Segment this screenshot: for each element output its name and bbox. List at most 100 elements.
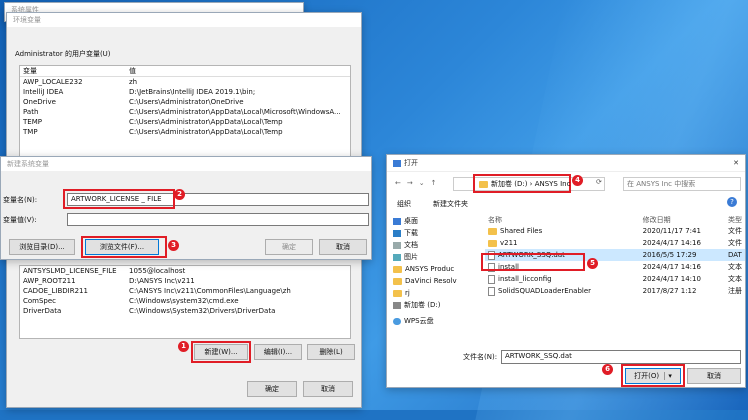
edit-button[interactable]: 编辑(I)... xyxy=(254,344,302,360)
window-icon xyxy=(393,159,401,167)
delete-button[interactable]: 删除(L) xyxy=(307,344,355,360)
selected-file-highlight xyxy=(481,253,585,271)
nav-item-ansys[interactable]: ANSYS Produc xyxy=(393,263,469,275)
table-row[interactable]: ComSpec C:\Windows\system32\cmd.exe xyxy=(20,296,350,306)
nav-item-downloads[interactable]: 下载 xyxy=(393,227,469,239)
step-badge-5: 5 xyxy=(587,258,598,269)
var-value: C:\Windows\system32\cmd.exe xyxy=(129,297,239,305)
cloud-icon xyxy=(393,317,401,325)
var-value: C:\Users\Administrator\AppData\Local\Tem… xyxy=(129,128,283,136)
table-row[interactable]: TEMP C:\Users\Administrator\AppData\Local… xyxy=(20,117,350,127)
breadcrumb: 新加卷 (D:) › ANSYS Inc xyxy=(479,179,570,189)
folder-icon xyxy=(393,265,402,273)
name-field-highlight xyxy=(63,189,175,209)
nav-item-davinci[interactable]: DaVinci Resolv xyxy=(393,275,469,287)
column-header[interactable]: 值 xyxy=(126,66,350,77)
table-row[interactable]: TMP C:\Users\Administrator\AppData\Local\… xyxy=(20,127,350,137)
var-name: DriverData xyxy=(23,307,62,315)
var-value: zh xyxy=(129,78,138,86)
variable-value-field[interactable] xyxy=(67,213,369,226)
folder-icon xyxy=(488,239,497,247)
file-row[interactable]: v211 2024/4/17 14:16 文件 xyxy=(485,237,745,249)
nav-item-pictures[interactable]: 图片 xyxy=(393,251,469,263)
table-row[interactable]: AWP_ROOT211 D:\ANSYS Inc\v211 xyxy=(20,276,350,286)
var-value: D:\ANSYS Inc\v211 xyxy=(129,277,195,285)
window-title: 环境变量 xyxy=(7,13,361,27)
folder-icon xyxy=(479,180,488,188)
column-header-type[interactable]: 类型 xyxy=(725,215,745,225)
step-badge-1: 1 xyxy=(178,341,189,352)
nav-arrows: ←→⌄↑ xyxy=(395,179,443,187)
title-text: 打开 xyxy=(404,159,418,167)
dropdown-arrow-icon[interactable]: ▾ xyxy=(664,372,672,380)
filename-input[interactable]: ARTWORK_SSQ.dat xyxy=(501,350,741,364)
file-row[interactable]: SolidSQUADLoaderEnabler 2017/8/27 1:12 注册 xyxy=(485,285,745,297)
table-row[interactable]: OneDrive C:\Users\Administrator\OneDrive xyxy=(20,97,350,107)
column-header-name[interactable]: 名称 xyxy=(485,215,640,225)
table-row[interactable]: Path C:\Users\Administrator\AppData\Local… xyxy=(20,107,350,117)
breadcrumb-item[interactable]: 新加卷 (D:) xyxy=(491,180,527,188)
organize-menu[interactable]: 组织 xyxy=(397,199,411,209)
var-name: ANTSYSLMD_LICENSE_FILE xyxy=(23,267,117,275)
var-value: C:\ANSYS Inc\v211\CommonFiles\Language\z… xyxy=(129,287,291,295)
folder-icon xyxy=(393,289,402,297)
breadcrumb-item[interactable]: ANSYS Inc xyxy=(535,180,571,188)
refresh-icon[interactable]: ⟳ xyxy=(596,178,602,186)
system-vars-table[interactable]: ANTSYSLMD_LICENSE_FILE 1055@localhost AWP… xyxy=(19,265,351,339)
var-value: 1055@localhost xyxy=(129,267,186,275)
dialog-cancel-button[interactable]: 取消 xyxy=(319,239,367,255)
nav-item-rj[interactable]: rj xyxy=(393,287,469,299)
nav-item-drive-d[interactable]: 新加卷 (D:) xyxy=(393,299,469,311)
download-icon xyxy=(393,229,401,237)
new-variable-dialog: 新建系统变量 变量名(N): 变量值(V): ARTWORK_LICENSE _… xyxy=(0,156,372,260)
nav-item-wps[interactable]: WPS云盘 xyxy=(393,315,469,327)
folder-icon xyxy=(393,277,402,285)
table-row[interactable]: CADOE_LIBDIR211 C:\ANSYS Inc\v211\CommonF… xyxy=(20,286,350,296)
open-cancel-button[interactable]: 取消 xyxy=(687,368,741,384)
ok-button[interactable]: 确定 xyxy=(247,381,297,397)
recent-dropdown-icon[interactable]: ⌄ xyxy=(419,179,431,187)
open-button-label: 打开(O) xyxy=(634,372,660,380)
value-label: 变量值(V): xyxy=(3,216,37,224)
new-button[interactable]: 新建(W)... xyxy=(194,344,248,360)
user-vars-table[interactable]: 变量值 AWP_LOCALE232 zh IntelliJ IDEA D:\JetB… xyxy=(19,65,351,157)
var-name: TMP xyxy=(23,128,38,136)
document-icon xyxy=(393,241,401,249)
table-row[interactable]: AWP_LOCALE232 zh xyxy=(20,77,350,88)
var-name: ComSpec xyxy=(23,297,57,305)
table-row[interactable]: IntelliJ IDEA D:\JetBrains\IntelliJ IDEA … xyxy=(20,87,350,97)
forward-arrow-icon[interactable]: → xyxy=(407,179,419,187)
var-value: C:\Windows\System32\Drivers\DriverData xyxy=(129,307,276,315)
open-button[interactable]: 打开(O) ▾ xyxy=(625,368,681,384)
open-file-dialog: 打开 ✕ ←→⌄↑ 新加卷 (D:) › ANSYS Inc ⟳ 在 ANSYS… xyxy=(386,154,746,388)
column-header-date[interactable]: 修改日期 xyxy=(640,215,725,225)
close-icon[interactable]: ✕ xyxy=(733,155,739,171)
user-vars-label: Administrator 的用户变量(U) xyxy=(15,50,111,58)
column-header[interactable]: 变量 xyxy=(20,66,126,77)
dialog-ok-button[interactable]: 确定 xyxy=(265,239,313,255)
up-arrow-icon[interactable]: ↑ xyxy=(431,179,443,187)
folder-icon xyxy=(488,227,497,235)
file-row[interactable]: install_licconfig 2024/4/17 14:10 文本 xyxy=(485,273,745,285)
browse-file-button[interactable]: 浏览文件(F)... xyxy=(85,239,159,255)
nav-item-documents[interactable]: 文档 xyxy=(393,239,469,251)
picture-icon xyxy=(393,253,401,261)
step-badge-3: 3 xyxy=(168,240,179,251)
desktop-icon xyxy=(393,217,401,225)
var-name: OneDrive xyxy=(23,98,56,106)
file-row[interactable]: Shared Files 2020/11/17 7:41 文件 xyxy=(485,225,745,237)
nav-item-desktop[interactable]: 桌面 xyxy=(393,215,469,227)
navigation-pane: 桌面 下载 文档 图片 ANSYS Produc DaVinci Resolv … xyxy=(393,215,469,327)
new-folder-button[interactable]: 新建文件夹 xyxy=(433,199,468,209)
table-row[interactable]: DriverData C:\Windows\System32\Drivers\Dr… xyxy=(20,306,350,316)
back-arrow-icon[interactable]: ← xyxy=(395,179,407,187)
step-badge-2: 2 xyxy=(174,189,185,200)
browse-directory-button[interactable]: 浏览目录(D)... xyxy=(9,239,75,255)
file-icon xyxy=(488,274,495,284)
search-input[interactable]: 在 ANSYS Inc 中搜索 xyxy=(623,177,741,191)
cancel-button[interactable]: 取消 xyxy=(303,381,353,397)
var-value: D:\JetBrains\IntelliJ IDEA 2019.1\bin; xyxy=(129,88,256,96)
var-name: CADOE_LIBDIR211 xyxy=(23,287,88,295)
table-row[interactable]: ANTSYSLMD_LICENSE_FILE 1055@localhost xyxy=(20,266,350,276)
help-icon[interactable]: ? xyxy=(727,197,737,207)
